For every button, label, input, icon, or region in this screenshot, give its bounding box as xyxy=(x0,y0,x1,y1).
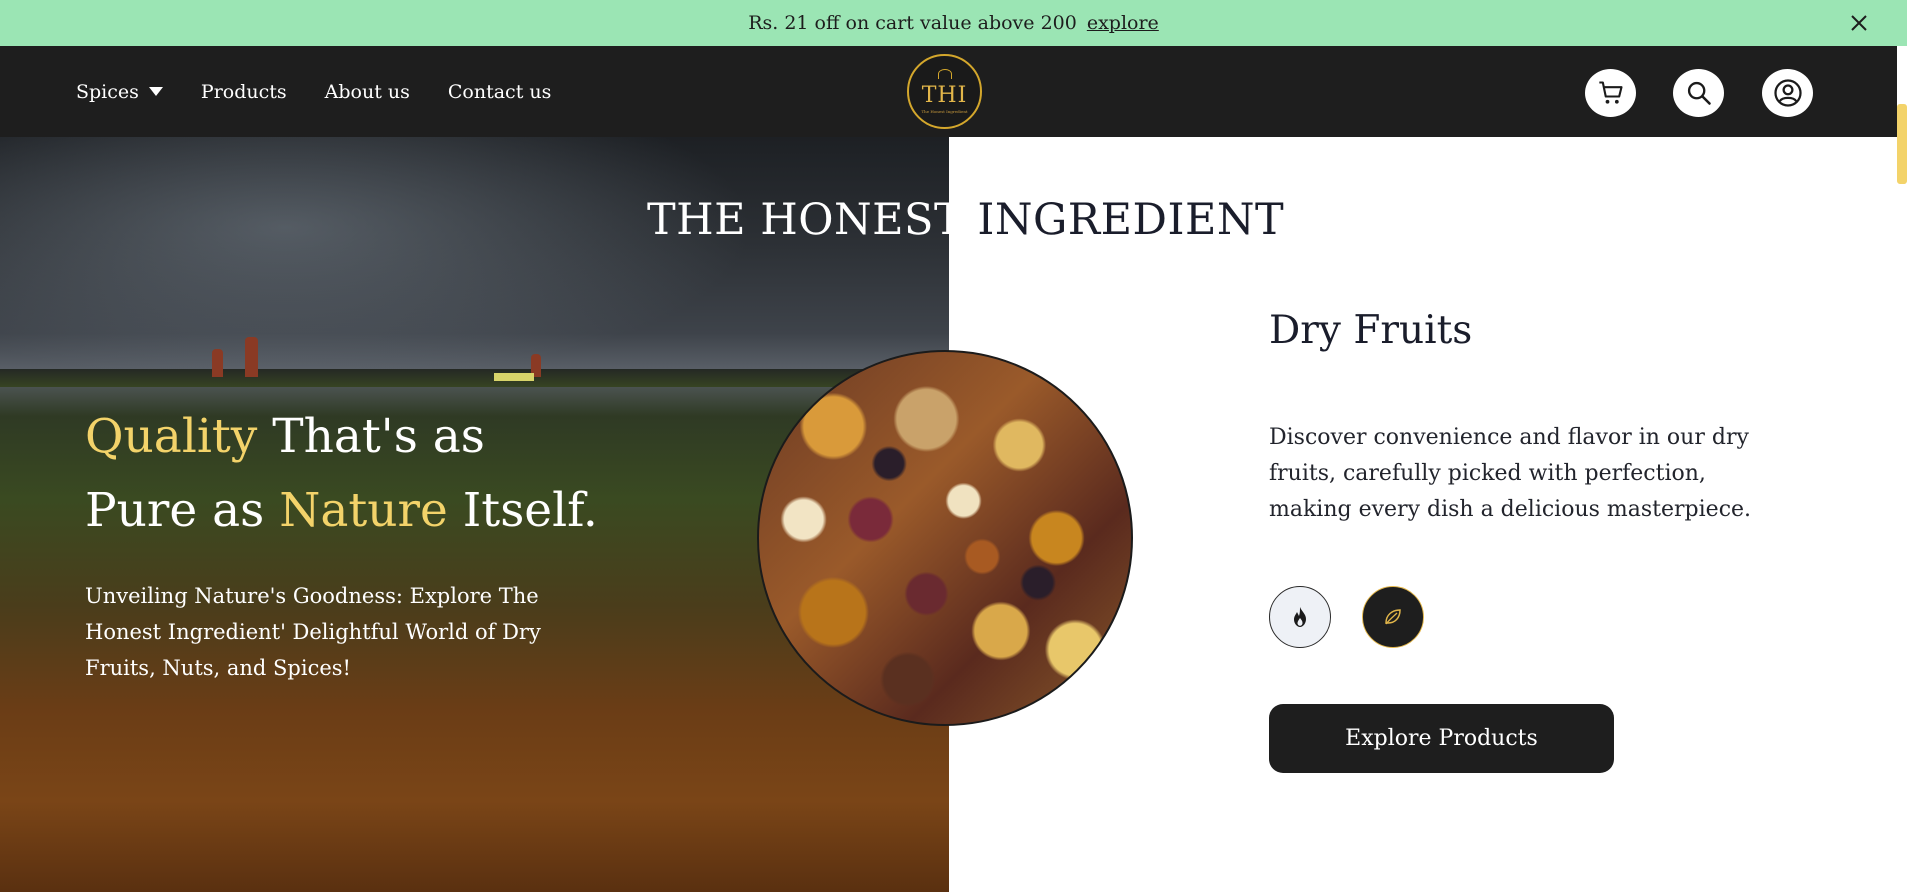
nav-item-spices[interactable]: Spices xyxy=(76,81,163,103)
site-title-dark: INGREDIENT xyxy=(977,195,1285,245)
nav-label-products: Products xyxy=(200,80,287,103)
barn-shape xyxy=(494,373,534,381)
dry-fruits-image xyxy=(757,350,1133,726)
headline-text: That's as xyxy=(257,409,485,464)
promo-explore-link[interactable]: explore xyxy=(1087,12,1159,34)
explore-products-button[interactable]: Explore Products xyxy=(1269,704,1614,773)
promo-bar: Rs. 21 off on cart value above 200 explo… xyxy=(0,0,1907,46)
headline-word-quality: Quality xyxy=(85,409,258,464)
category-title: Dry Fruits xyxy=(1269,308,1473,353)
main-nav: Spices Products About us Contact us xyxy=(76,46,589,137)
cart-icon xyxy=(1598,81,1623,104)
silo-shape xyxy=(245,337,258,377)
dry-fruits-category-button[interactable] xyxy=(1362,586,1424,648)
headline-line-1: Quality That's as xyxy=(85,400,598,474)
site-title: THE HONEST INGREDIENT xyxy=(647,195,1284,245)
search-icon xyxy=(1687,81,1711,105)
headline-text: Itself. xyxy=(447,483,598,538)
scrollbar-thumb[interactable] xyxy=(1897,104,1907,184)
flame-icon xyxy=(1294,607,1306,627)
cart-button[interactable] xyxy=(1585,69,1636,117)
category-description: Discover convenience and flavor in our d… xyxy=(1269,425,1752,522)
site-header: Spices Products About us Contact us THI … xyxy=(0,46,1897,137)
headline-line-2: Pure as Nature Itself. xyxy=(85,474,598,548)
site-title-light: THE HONEST xyxy=(647,195,964,245)
nav-item-contact[interactable]: Contact us xyxy=(448,81,551,103)
brand-logo[interactable]: THI The Honest Ingredient xyxy=(907,54,982,129)
logo-mark: THI xyxy=(921,83,968,108)
nav-item-about[interactable]: About us xyxy=(325,81,410,103)
nav-label-about: About us xyxy=(324,80,410,103)
promo-text: Rs. 21 off on cart value above 200 xyxy=(748,12,1077,34)
nav-label-contact: Contact us xyxy=(447,80,552,103)
account-icon xyxy=(1773,79,1802,107)
logo-emblem-icon xyxy=(937,69,952,79)
nav-label-spices: Spices xyxy=(76,80,139,103)
close-icon[interactable] xyxy=(1847,11,1871,35)
search-button[interactable] xyxy=(1673,69,1724,117)
hero-headline: Quality That's as Pure as Nature Itself. xyxy=(85,400,598,548)
logo-subtext: The Honest Ingredient xyxy=(921,109,968,114)
account-button[interactable] xyxy=(1762,69,1813,117)
nav-item-products[interactable]: Products xyxy=(201,81,287,103)
chevron-down-icon xyxy=(148,87,163,96)
horizon-strip xyxy=(0,369,949,387)
leaf-icon xyxy=(1385,609,1401,625)
spices-category-button[interactable] xyxy=(1269,586,1331,648)
silo-shape xyxy=(212,349,223,377)
headline-word-nature: Nature xyxy=(279,483,448,538)
hero-tagline: Unveiling Nature's Goodness: Explore The… xyxy=(85,584,541,680)
headline-text: Pure as xyxy=(85,483,280,538)
